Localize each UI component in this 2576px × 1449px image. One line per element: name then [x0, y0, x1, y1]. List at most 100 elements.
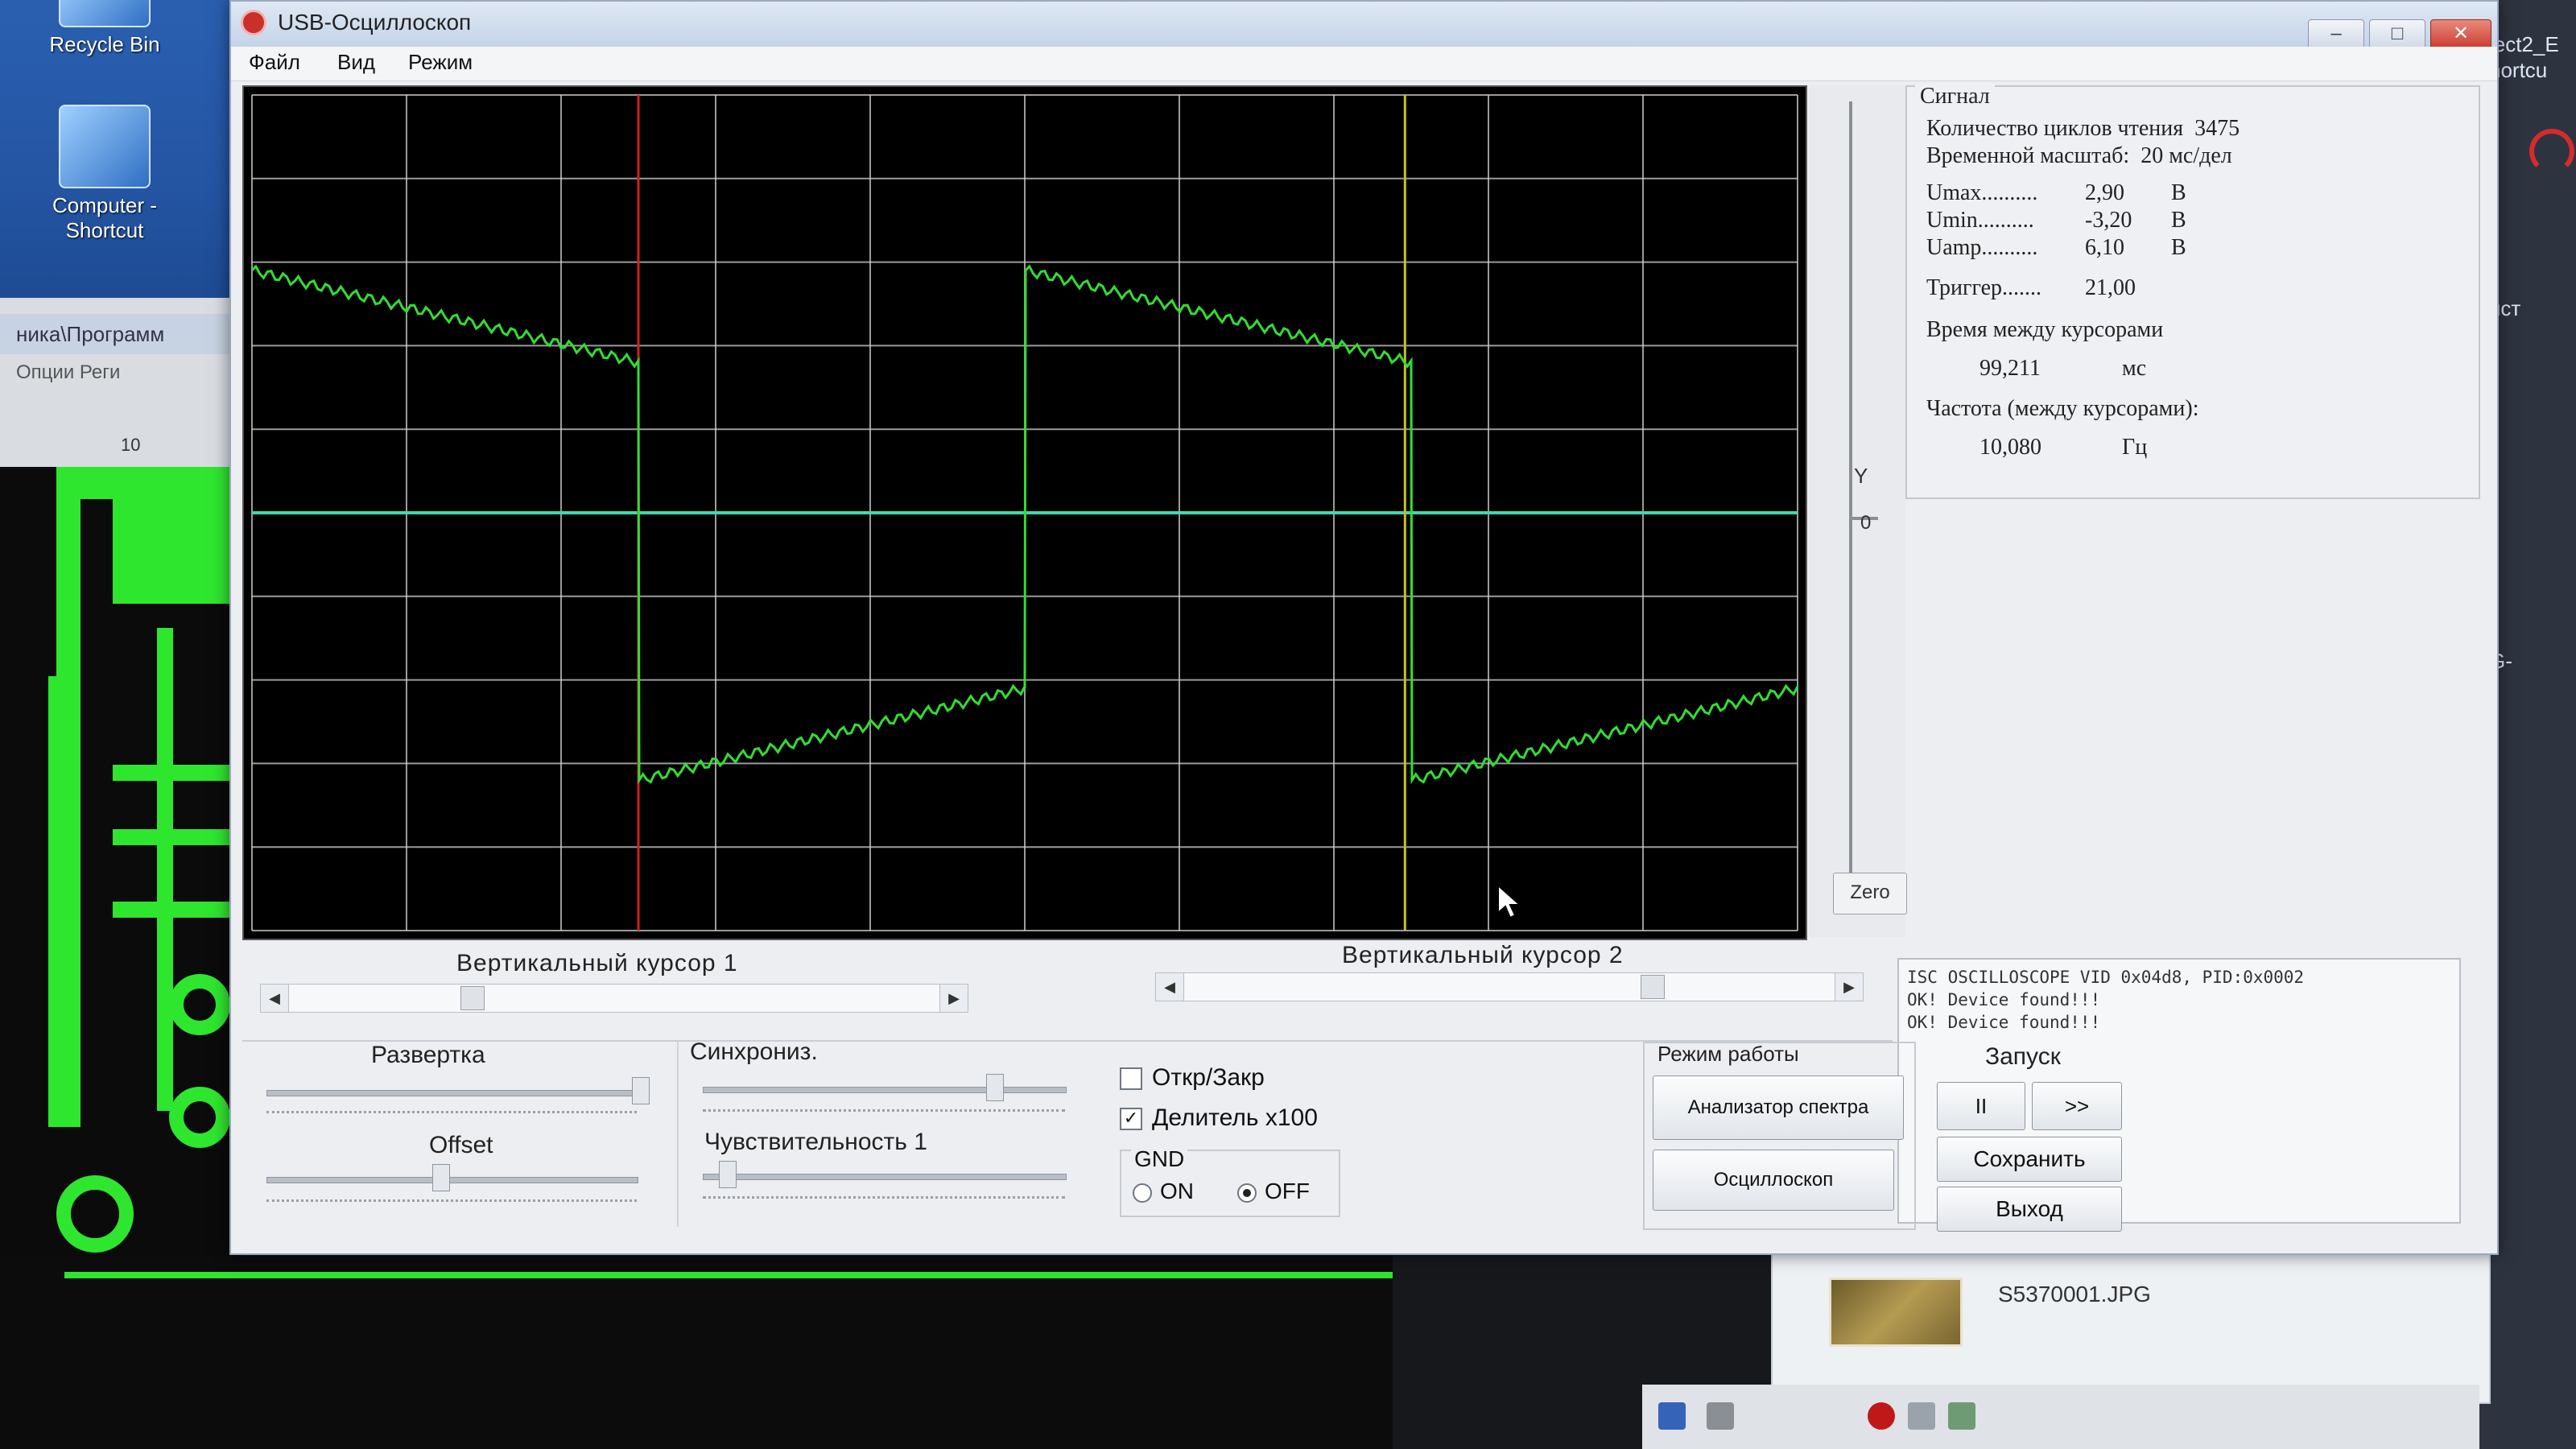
red-app-icon[interactable] — [2529, 129, 2574, 174]
forward-button[interactable]: >> — [2032, 1082, 2122, 1130]
gnd-on-dot[interactable] — [1133, 1183, 1152, 1203]
open-close-label: Откр/Закр — [1152, 1064, 1265, 1091]
computer-shortcut[interactable]: Computer - Shortcut — [16, 105, 193, 243]
y-axis-label: Y — [1854, 464, 1868, 488]
sensitivity-slider-track[interactable] — [703, 1174, 1067, 1180]
background-dark-area — [0, 1256, 1393, 1449]
cursor1-scrollbar[interactable]: ◀ ▶ — [260, 984, 968, 1013]
offset-slider-thumb[interactable] — [432, 1164, 450, 1191]
minimize-button[interactable]: – — [2308, 19, 2364, 50]
cursor1-scroll-thumb[interactable] — [460, 986, 485, 1010]
menu-view[interactable]: Вид — [337, 50, 375, 75]
menu-file[interactable]: Файл — [249, 50, 300, 75]
oscilloscope-app-icon — [241, 10, 266, 35]
sync-slider-ticks — [703, 1109, 1065, 1117]
pcb-layout-view — [0, 467, 242, 1312]
pause-button[interactable]: II — [1937, 1082, 2025, 1130]
mouse-pointer-icon — [1497, 884, 1522, 919]
frequency-label: Частота (между курсорами): — [1926, 396, 2199, 421]
filter-icon[interactable] — [1908, 1402, 1935, 1430]
read-cycles-row: Количество циклов чтения 3475 — [1926, 116, 2240, 142]
frequency-value: 10,080 — [1979, 435, 2041, 460]
time-between-label: Время между курсорами — [1926, 317, 2164, 342]
computer-icon — [59, 105, 151, 188]
y-ruler-line — [1849, 101, 1852, 914]
time-between-value: 99,211 — [1979, 356, 2041, 381]
sweep-slider-thumb[interactable] — [632, 1077, 650, 1104]
sync-slider-track[interactable] — [703, 1087, 1067, 1093]
save-button[interactable]: Сохранить — [1937, 1137, 2122, 1182]
y-axis-ruler: Y 0 — [1809, 85, 1905, 937]
sweep-label: Развертка — [371, 1042, 485, 1068]
title-bar[interactable]: USB-Осциллоскоп – □ ✕ — [231, 2, 2497, 50]
trigger-value: 21,00 — [2085, 275, 2136, 300]
control-panel: Развертка Offset Синхрониз. Чувствительн… — [242, 1038, 2122, 1235]
gnd-on-radio[interactable]: ON — [1133, 1179, 1194, 1204]
waveform-plot — [250, 94, 1799, 931]
sensitivity-slider-ticks — [703, 1196, 1065, 1203]
spectrum-analyzer-button[interactable]: Анализатор спектра — [1653, 1075, 1904, 1140]
background-ruler-mark: 10 — [121, 435, 141, 455]
log-line: OK! Device found!!! — [1907, 1013, 2101, 1032]
exit-button[interactable]: Выход — [1937, 1187, 2122, 1232]
uamp-value: 6,10 — [2085, 235, 2124, 260]
time-between-unit: мс — [2122, 356, 2147, 381]
close-button[interactable]: ✕ — [2430, 19, 2491, 50]
open-close-checkbox[interactable]: Откр/Закр — [1120, 1064, 1265, 1092]
read-cycles-value: 3475 — [2194, 116, 2240, 141]
oscilloscope-mode-button[interactable]: Осциллоскоп — [1653, 1150, 1894, 1211]
recycle-bin-icon — [59, 0, 151, 27]
menu-bar: Файл Вид Режим — [231, 47, 2497, 81]
offset-label: Offset — [429, 1132, 493, 1158]
uamp-label: Uamp.......... — [1926, 235, 2038, 260]
oscilloscope-screen[interactable] — [242, 85, 1807, 940]
cursor2-label: Вертикальный курсор 2 — [1342, 942, 1624, 968]
sync-label: Синхрониз. — [690, 1038, 818, 1065]
mode-title: Режим работы — [1657, 1042, 1799, 1066]
image-thumbnail[interactable] — [1829, 1278, 1963, 1347]
cursor2-right-arrow[interactable]: ▶ — [1835, 973, 1863, 1001]
refresh-icon[interactable] — [1948, 1402, 1975, 1430]
log-line: ISC OSCILLOSCOPE VID 0x04d8, PID:0x0002 — [1907, 968, 2305, 987]
maximize-button[interactable]: □ — [2369, 19, 2425, 50]
trigger-row: Триггер....... 21,00 — [1926, 275, 2136, 301]
menu-mode[interactable]: Режим — [408, 50, 473, 75]
y-zero-label: 0 — [1860, 512, 1872, 534]
computer-shortcut-label: Computer - Shortcut — [52, 193, 158, 242]
sync-slider-thumb[interactable] — [986, 1074, 1004, 1101]
trigger-label: Триггер....... — [1926, 275, 2042, 300]
recycle-bin-shortcut[interactable]: Recycle Bin — [16, 0, 193, 57]
gnd-label: GND — [1131, 1146, 1188, 1172]
umin-label: Umin.......... — [1926, 208, 2034, 233]
sweep-slider-track[interactable] — [266, 1090, 638, 1096]
divider-x100-checkbox[interactable]: ✓ Делитель x100 — [1120, 1104, 1318, 1132]
gnd-on-label: ON — [1160, 1179, 1194, 1203]
gnd-off-label: OFF — [1265, 1179, 1310, 1203]
cursor2-left-arrow[interactable]: ◀ — [1156, 973, 1184, 1001]
trash-icon[interactable] — [1707, 1402, 1734, 1430]
open-close-box[interactable] — [1120, 1067, 1142, 1091]
gnd-group: GND ON OFF — [1120, 1146, 1340, 1217]
umin-value: -3,20 — [2085, 208, 2132, 233]
signal-info-panel: Сигнал Количество циклов чтения 3475 Вре… — [1905, 84, 2480, 499]
gnd-off-radio[interactable]: OFF — [1237, 1179, 1310, 1204]
record-icon[interactable] — [1868, 1402, 1895, 1430]
frequency-row: 10,080 Гц — [1979, 435, 2147, 460]
file-name: S5370001.JPG — [1998, 1282, 2151, 1307]
divider-x100-box[interactable]: ✓ — [1120, 1108, 1142, 1131]
cursor1-left-arrow[interactable]: ◀ — [261, 985, 289, 1012]
umin-row: Umin.......... -3,20 В — [1926, 208, 2186, 233]
time-between-row: 99,211 мс — [1979, 356, 2146, 382]
cursor1-right-arrow[interactable]: ▶ — [939, 985, 968, 1012]
offset-slider-track[interactable] — [266, 1177, 638, 1183]
sensitivity-slider-thumb[interactable] — [719, 1161, 737, 1188]
umax-value: 2,90 — [2085, 180, 2124, 205]
background-app-title: ника\Программ — [0, 314, 258, 354]
run-label: Запуск — [1985, 1043, 2061, 1070]
desktop-area: Recycle Bin Computer - Shortcut — [0, 0, 233, 306]
gnd-off-dot[interactable] — [1237, 1183, 1257, 1203]
save-disk-icon[interactable] — [1658, 1402, 1686, 1430]
zero-button[interactable]: Zero — [1833, 873, 1907, 914]
cursor2-scroll-thumb[interactable] — [1641, 975, 1665, 999]
cursor2-scrollbar[interactable]: ◀ ▶ — [1155, 972, 1864, 1001]
